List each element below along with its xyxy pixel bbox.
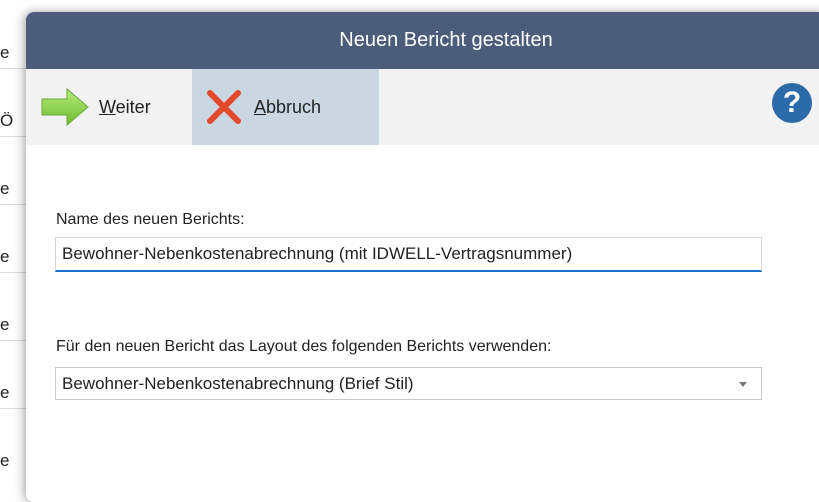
next-button-label: Weiter xyxy=(99,96,151,117)
layout-source-label: Für den neuen Bericht das Layout des fol… xyxy=(56,338,552,355)
dialog-title: Neuen Bericht gestalten xyxy=(339,29,553,51)
chevron-down-icon[interactable] xyxy=(739,382,747,387)
arrow-right-icon xyxy=(41,87,89,127)
dialog-titlebar: Neuen Bericht gestalten xyxy=(26,12,819,69)
cancel-button-label: Abbruch xyxy=(254,96,322,117)
dialog-toolbar: Weiter Abbruch ? xyxy=(26,69,819,145)
layout-source-value: Bewohner-Nebenkostenabrechnung (Brief St… xyxy=(62,374,414,393)
report-name-input[interactable] xyxy=(55,237,762,272)
next-button[interactable]: Weiter xyxy=(39,69,191,145)
close-x-icon xyxy=(207,90,241,124)
help-icon[interactable]: ? xyxy=(772,83,812,123)
new-report-dialog: Neuen Bericht gestalten Weiter Abbruch ?… xyxy=(26,12,819,502)
cancel-button[interactable]: Abbruch xyxy=(192,69,379,145)
dialog-body: Name des neuen Berichts: Für den neuen B… xyxy=(26,145,819,502)
layout-source-dropdown[interactable]: Bewohner-Nebenkostenabrechnung (Brief St… xyxy=(55,367,762,400)
report-name-label: Name des neuen Berichts: xyxy=(56,211,245,228)
